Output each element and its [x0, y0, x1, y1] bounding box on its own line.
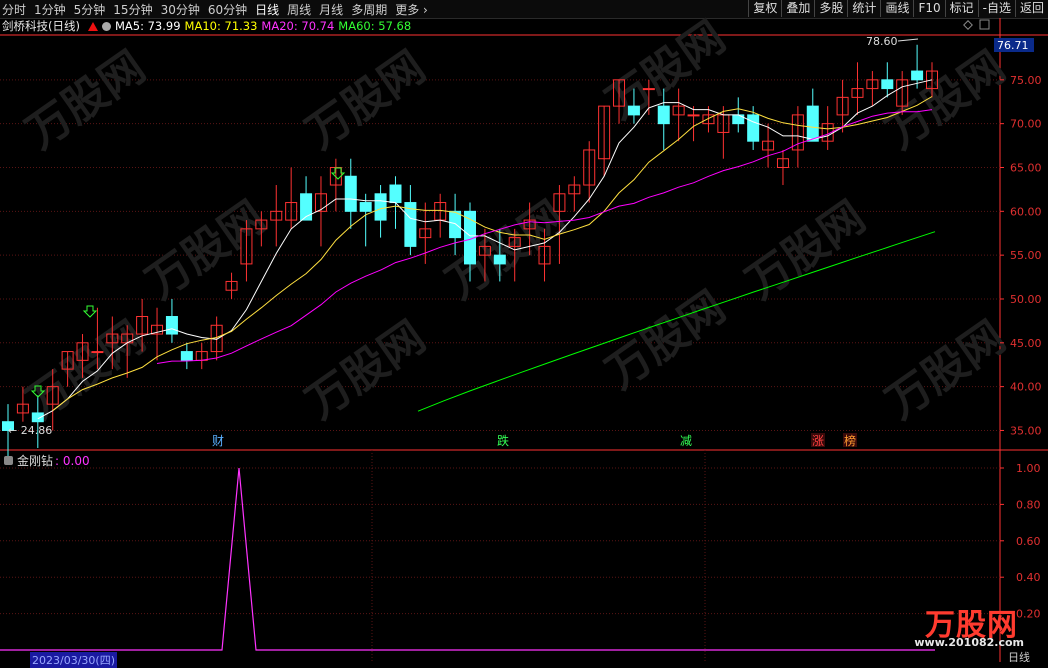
date-cursor-label: 2023/03/30(四): [30, 652, 117, 668]
watermark-text: 万股网: [298, 42, 434, 158]
signal-down-arrow-icon: [82, 305, 98, 318]
candle-body: [165, 316, 178, 335]
event-marker-0: 财: [212, 434, 224, 448]
indicator-label: 金刚钻 : 0.00: [4, 452, 90, 469]
candle-body: [747, 114, 760, 142]
ind-tick-label: 0.40: [1016, 571, 1041, 584]
watermark-text: 万股网: [298, 312, 434, 428]
price-tick-label: 45.00: [1010, 337, 1042, 350]
candle: [434, 193, 447, 238]
current-price-label: 76.71: [997, 39, 1029, 52]
diamond-icon: [963, 20, 973, 30]
event-marker-2: 减: [680, 434, 692, 448]
watermark-text: 万股网: [598, 282, 734, 398]
candle: [300, 176, 313, 221]
candle: [851, 62, 864, 115]
candle: [866, 71, 879, 107]
candle-body: [180, 351, 193, 361]
candle-body: [91, 351, 104, 354]
candle: [359, 193, 372, 247]
candle: [225, 272, 238, 299]
price-tick-label: 55.00: [1010, 249, 1042, 262]
price-tick-label: 65.00: [1010, 161, 1042, 174]
maximize-icon: [979, 19, 990, 30]
ind-tick-label: 0.80: [1016, 498, 1041, 511]
candle-body: [493, 254, 506, 265]
candle-body: [359, 202, 372, 212]
low-label: ← 24.86: [8, 424, 52, 437]
candle: [180, 342, 193, 370]
event-marker-1: 跌: [497, 433, 509, 448]
price-tick-label: 50.00: [1010, 293, 1042, 306]
watermark-text: 万股网: [18, 42, 154, 158]
price-tick-label: 75.00: [1010, 74, 1042, 87]
ind-tick-label: 0.20: [1016, 608, 1041, 621]
indicator-value: : 0.00: [55, 453, 90, 468]
candle-body: [449, 210, 462, 239]
candle: [687, 106, 700, 142]
footer-period-label: 日线: [1008, 650, 1030, 662]
indicator-name: 金刚钻: [17, 454, 54, 468]
event-marker-4: 榜: [844, 433, 856, 448]
candle: [344, 158, 357, 229]
candle: [672, 88, 685, 142]
watermark-text: 万股网: [878, 312, 1014, 428]
candle-body: [374, 193, 387, 221]
price-tick-label: 70.00: [1010, 118, 1042, 131]
candle-body: [881, 79, 894, 90]
signal-down-arrow-icon: [330, 167, 346, 180]
candle: [404, 185, 417, 256]
watermark-text: 万股网: [138, 192, 274, 308]
candle: [449, 193, 462, 256]
candle-body: [627, 105, 640, 116]
price-tick-label: 40.00: [1010, 381, 1042, 394]
ind-tick-label: 0.60: [1016, 535, 1041, 548]
candle-body: [389, 184, 402, 204]
price-tick-label: 35.00: [1010, 424, 1042, 437]
candle: [568, 176, 581, 212]
watermark-text: 万股网: [878, 42, 1014, 158]
indicator-line: [0, 467, 935, 651]
candle-body: [687, 114, 700, 117]
event-marker-3: 涨: [812, 433, 824, 448]
candle-body: [911, 70, 924, 81]
indicator-settings-icon[interactable]: [4, 456, 13, 465]
candle: [836, 79, 849, 133]
candle-body: [657, 105, 670, 125]
price-tick-label: 60.00: [1010, 205, 1042, 218]
candle: [776, 149, 789, 186]
candle-body: [31, 412, 44, 423]
candle: [285, 167, 298, 229]
candle: [598, 105, 611, 177]
candle: [329, 158, 342, 212]
kline-chart[interactable]: 万股网 万股网 万股网 万股网万股网 万股网 万股网 万股网万股网 万股网 万股网 75.00 7…: [0, 0, 1048, 662]
candle-body: [642, 88, 655, 91]
candle: [374, 185, 387, 238]
candle: [881, 62, 894, 98]
brand-url: www.201082.com: [914, 636, 1024, 649]
ind-tick-label: 1.00: [1016, 462, 1041, 475]
candle-body: [344, 175, 357, 212]
candle-body: [806, 105, 819, 142]
high-label: 78.60: [866, 35, 898, 48]
candle: [762, 123, 775, 168]
candle: [806, 88, 819, 142]
watermark-layer: 万股网 万股网 万股网 万股网万股网 万股网 万股网 万股网万股网 万股网 万股网: [18, 12, 1014, 428]
candle: [195, 342, 208, 370]
candle: [270, 185, 283, 247]
indicator-panel: 1.00 0.80 0.60 0.40 0.20 日线: [0, 462, 1041, 662]
high-arrow-icon: [897, 38, 919, 42]
